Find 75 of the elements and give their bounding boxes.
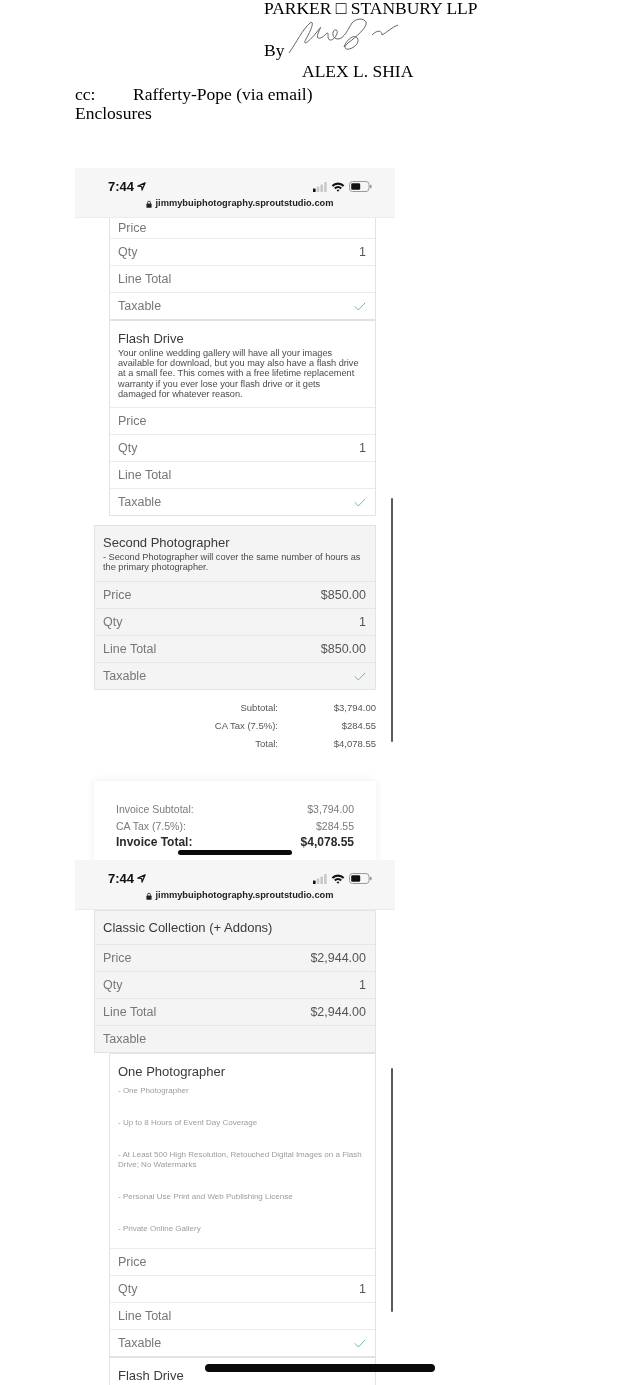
home-indicator-icon [205, 1364, 435, 1372]
row-value: $2,944.00 [310, 950, 366, 966]
total-value: $284.55 [341, 719, 376, 734]
lock-icon [146, 891, 153, 900]
row-label: Price [103, 950, 132, 966]
row-label: Line Total [118, 271, 172, 287]
total-value: $3,794.00 [333, 701, 376, 716]
item-title: Flash Drive [118, 331, 184, 346]
feature-text: - Personal Use Print and Web Publishing License [118, 1192, 294, 1202]
summary-value: $4,078.55 [300, 834, 354, 851]
row-label: Qty [103, 977, 123, 993]
signal-icon [313, 873, 327, 884]
row-label: Taxable [103, 1031, 147, 1047]
signer-name: ALEX L. SHIA [302, 62, 414, 80]
battery-icon [349, 873, 372, 884]
enclosures-label: Enclosures [75, 103, 152, 123]
row-value: 1 [359, 244, 366, 260]
summary-label: Invoice Total: [116, 834, 193, 851]
signal-icon [313, 181, 327, 192]
row-label: Price [118, 1254, 147, 1270]
total-label: Total: [255, 737, 278, 752]
firm-name: PARKER □ STANBURY LLP [264, 0, 478, 17]
wifi-icon [331, 873, 345, 884]
location-arrow-icon [137, 874, 147, 883]
row-label: Qty [118, 244, 138, 260]
item-title: One Photographer [118, 1064, 225, 1079]
row-label: Price [118, 220, 147, 236]
row-label: Price [103, 587, 132, 603]
status-time: 7:44 [108, 179, 135, 194]
home-indicator-icon [178, 850, 292, 855]
row-label: Taxable [118, 494, 162, 510]
row-label: Taxable [118, 1335, 162, 1351]
feature-text: - Private Online Gallery [118, 1224, 202, 1234]
row-label: Taxable [118, 298, 162, 314]
row-label: Line Total [103, 641, 157, 657]
feature-text: - One Photographer [118, 1086, 190, 1096]
item-title: Second Photographer [103, 535, 230, 550]
row-label: Price [118, 413, 147, 429]
url-text[interactable]: jimmybuiphotography.sproutstudio.com [155, 890, 334, 901]
row-label: Qty [118, 440, 138, 456]
item-description: Your online wedding gallery will have all your images available for download, but you may also have a flash drive at a small fee. This comes with a free lifetime replacement warranty if you ever lose your flash drive or it gets damaged for whatever reason. [118, 348, 360, 399]
location-arrow-icon [137, 182, 147, 191]
feature-text: - At Least 500 High Resolution, Retouched Digital Images on a Flash Drive; No Watermarks [118, 1150, 363, 1170]
cc-label: cc: [75, 85, 97, 103]
row-value: 1 [359, 1281, 366, 1297]
row-label: Qty [103, 614, 123, 630]
by-label: By [264, 41, 285, 59]
item-title: Flash Drive [118, 1368, 184, 1383]
row-label: Line Total [103, 1004, 157, 1020]
row-label: Line Total [118, 467, 172, 483]
total-value: $4,078.55 [333, 737, 376, 752]
summary-label: Invoice Subtotal: [116, 802, 194, 818]
row-value: 1 [359, 614, 366, 630]
wifi-icon [331, 181, 345, 192]
row-label: Qty [118, 1281, 138, 1297]
total-label: Subtotal: [240, 701, 278, 716]
summary-label: CA Tax (7.5%): [116, 818, 186, 834]
feature-text: - Up to 8 Hours of Event Day Coverage [118, 1118, 259, 1128]
row-value: $850.00 [320, 587, 366, 603]
row-value: $2,944.00 [310, 1004, 366, 1020]
url-text[interactable]: jimmybuiphotography.sproutstudio.com [155, 198, 334, 209]
summary-value: $284.55 [316, 818, 354, 834]
row-label: Taxable [103, 668, 147, 684]
battery-icon [349, 181, 372, 192]
summary-value: $3,794.00 [307, 802, 354, 818]
row-value: 1 [359, 440, 366, 456]
status-time: 7:44 [108, 871, 135, 886]
row-value: 1 [359, 977, 366, 993]
lock-icon [146, 199, 153, 208]
total-label: CA Tax (7.5%): [214, 719, 278, 734]
cc-recipient: Rafferty-Pope (via email) [133, 85, 313, 103]
row-value: $850.00 [320, 641, 366, 657]
item-title: Classic Collection (+ Addons) [103, 920, 273, 935]
row-label: Line Total [118, 1308, 172, 1324]
item-description: - Second Photographer will cover the same number of hours as the primary photographer. [103, 552, 361, 573]
